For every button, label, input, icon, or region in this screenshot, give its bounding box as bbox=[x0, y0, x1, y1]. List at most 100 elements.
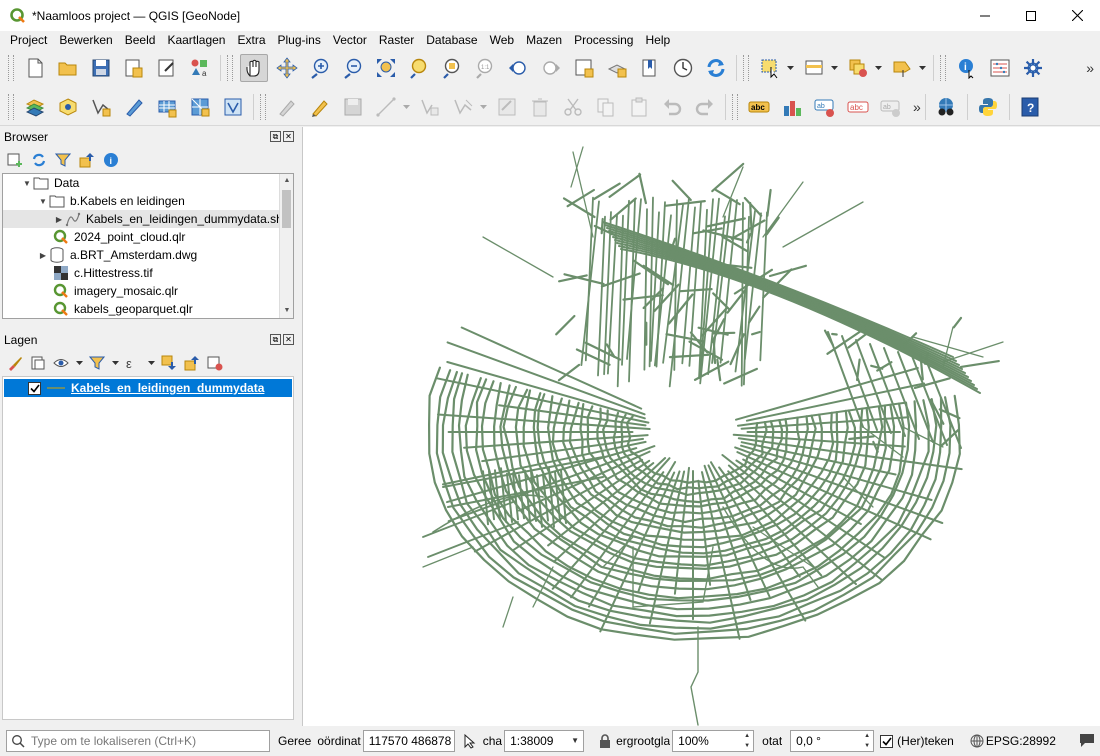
panel-close-button[interactable]: ✕ bbox=[283, 131, 294, 142]
browser-filter-button[interactable] bbox=[54, 151, 72, 169]
new-3d-view-button[interactable] bbox=[603, 54, 631, 82]
help-contents-button[interactable]: ? bbox=[1016, 93, 1044, 121]
menu-mazen[interactable]: Mazen bbox=[520, 33, 568, 47]
labeling-button[interactable]: abc bbox=[745, 93, 773, 121]
add-group-button[interactable] bbox=[29, 354, 47, 372]
add-delimited-text-button[interactable] bbox=[153, 93, 181, 121]
zoom-next-button[interactable] bbox=[537, 54, 565, 82]
tree-item-kabels-folder[interactable]: ▼ b.Kabels en leidingen bbox=[3, 192, 293, 210]
metasearch-button[interactable] bbox=[932, 93, 960, 121]
add-virtual-layer-button[interactable] bbox=[219, 93, 247, 121]
toolbar-handle[interactable] bbox=[8, 55, 14, 81]
select-dropdown[interactable] bbox=[786, 54, 794, 82]
maximize-button[interactable] bbox=[1008, 0, 1054, 31]
browser-scrollbar[interactable]: ▲ ▼ bbox=[279, 174, 293, 318]
select-by-attribute-button[interactable] bbox=[800, 54, 828, 82]
save-project-button[interactable] bbox=[87, 54, 115, 82]
paste-features-button[interactable] bbox=[625, 93, 653, 121]
data-source-manager-button[interactable] bbox=[21, 93, 49, 121]
remove-layer-button[interactable] bbox=[206, 354, 224, 372]
scroll-up-arrow[interactable]: ▲ bbox=[280, 174, 294, 188]
scroll-down-arrow[interactable]: ▼ bbox=[280, 304, 294, 318]
menu-kaartlagen[interactable]: Kaartlagen bbox=[161, 33, 231, 47]
temporal-controller-button[interactable] bbox=[669, 54, 697, 82]
magnifier-spinbox[interactable]: 100% ▲ ▼ bbox=[672, 730, 755, 752]
toggle-extents-button[interactable] bbox=[461, 732, 479, 750]
digitize-button[interactable] bbox=[372, 93, 400, 121]
menu-processing[interactable]: Processing bbox=[568, 33, 639, 47]
browser-refresh-button[interactable] bbox=[30, 151, 48, 169]
collapse-all-layers-button[interactable] bbox=[183, 354, 201, 372]
add-raster-layer-button[interactable] bbox=[120, 93, 148, 121]
locator-search[interactable]: Type om te lokaliseren (Ctrl+K) bbox=[6, 730, 270, 752]
deselect-features-button[interactable] bbox=[844, 54, 872, 82]
tree-item-brt-dwg[interactable]: ▶ a.BRT_Amsterdam.dwg bbox=[3, 246, 293, 264]
deselect-dropdown[interactable] bbox=[874, 54, 882, 82]
filter-legend-button[interactable] bbox=[88, 354, 106, 372]
menu-database[interactable]: Database bbox=[420, 33, 483, 47]
refresh-button[interactable] bbox=[702, 54, 730, 82]
style-manager-button[interactable]: a bbox=[186, 54, 214, 82]
add-layer-button[interactable] bbox=[54, 93, 82, 121]
undo-button[interactable] bbox=[658, 93, 686, 121]
select-features-button[interactable] bbox=[756, 54, 784, 82]
coordinate-field[interactable]: 117570 486878 bbox=[362, 730, 455, 752]
vertex-editor-button[interactable] bbox=[449, 93, 477, 121]
save-edits-button[interactable] bbox=[339, 93, 367, 121]
layer-styling-button[interactable] bbox=[6, 354, 24, 372]
select-location-dropdown[interactable] bbox=[918, 54, 926, 82]
select-location-button[interactable] bbox=[888, 54, 916, 82]
properties-info-button[interactable]: i bbox=[102, 151, 120, 169]
menu-plugins[interactable]: Plug-ins bbox=[272, 33, 327, 47]
expression-dropdown[interactable] bbox=[147, 354, 155, 372]
filter-dropdown[interactable] bbox=[111, 354, 119, 372]
tree-expander[interactable]: ▶ bbox=[53, 215, 65, 224]
visibility-dropdown[interactable] bbox=[75, 354, 83, 372]
open-project-button[interactable] bbox=[54, 54, 82, 82]
modify-attributes-button[interactable] bbox=[493, 93, 521, 121]
panel-float-button[interactable]: ⧉ bbox=[270, 131, 281, 142]
menu-project[interactable]: Project bbox=[4, 33, 53, 47]
new-map-view-button[interactable] bbox=[570, 54, 598, 82]
menu-vector[interactable]: Vector bbox=[327, 33, 373, 47]
map-canvas[interactable] bbox=[302, 127, 1100, 726]
scroll-thumb[interactable] bbox=[282, 190, 291, 228]
zoom-out-button[interactable] bbox=[339, 54, 367, 82]
layer-visibility-checkbox[interactable] bbox=[28, 381, 41, 395]
diagram-button[interactable] bbox=[778, 93, 806, 121]
zoom-last-button[interactable] bbox=[504, 54, 532, 82]
menu-extra[interactable]: Extra bbox=[231, 33, 271, 47]
tree-expander[interactable]: ▶ bbox=[37, 251, 49, 260]
layer-row-kabels[interactable]: Kabels_en_leidingen_dummydata bbox=[4, 379, 292, 397]
tree-item-kabels-geoparquet[interactable]: kabels_geoparquet.qlr bbox=[3, 300, 293, 318]
copy-features-button[interactable] bbox=[592, 93, 620, 121]
filter-expression-button[interactable]: ε bbox=[124, 354, 142, 372]
add-vector-layer-button[interactable] bbox=[87, 93, 115, 121]
delete-selected-button[interactable] bbox=[526, 93, 554, 121]
settings-button[interactable] bbox=[1019, 54, 1047, 82]
menu-bewerken[interactable]: Bewerken bbox=[53, 33, 118, 47]
identify-features-button[interactable]: i bbox=[953, 54, 981, 82]
label-properties-button[interactable]: ab bbox=[877, 93, 905, 121]
scale-combobox[interactable]: 1:38009 ▼ bbox=[504, 730, 585, 752]
zoom-to-layer-button[interactable] bbox=[438, 54, 466, 82]
toolbar-overflow-button-2[interactable]: » bbox=[913, 99, 921, 115]
redo-button[interactable] bbox=[691, 93, 719, 121]
menu-web[interactable]: Web bbox=[484, 33, 520, 47]
statistics-button[interactable] bbox=[986, 54, 1014, 82]
zoom-to-selection-button[interactable] bbox=[405, 54, 433, 82]
tree-item-shapefile[interactable]: ▶ Kabels_en_leidingen_dummydata.shp bbox=[3, 210, 293, 228]
vertex-tool-button[interactable] bbox=[416, 93, 444, 121]
tree-expander[interactable]: ▼ bbox=[21, 179, 33, 188]
menu-raster[interactable]: Raster bbox=[373, 33, 420, 47]
panel-float-button[interactable]: ⧉ bbox=[270, 334, 281, 345]
tree-expander[interactable]: ▼ bbox=[37, 197, 49, 206]
add-selected-layers-button[interactable] bbox=[6, 151, 24, 169]
edits-button[interactable] bbox=[273, 93, 301, 121]
cable-network-map[interactable] bbox=[303, 127, 1100, 726]
toggle-editing-button[interactable] bbox=[306, 93, 334, 121]
expand-all-button[interactable] bbox=[160, 354, 178, 372]
render-checkbox[interactable] bbox=[880, 734, 894, 748]
minimize-button[interactable] bbox=[962, 0, 1008, 31]
move-label-button[interactable]: ab bbox=[811, 93, 839, 121]
